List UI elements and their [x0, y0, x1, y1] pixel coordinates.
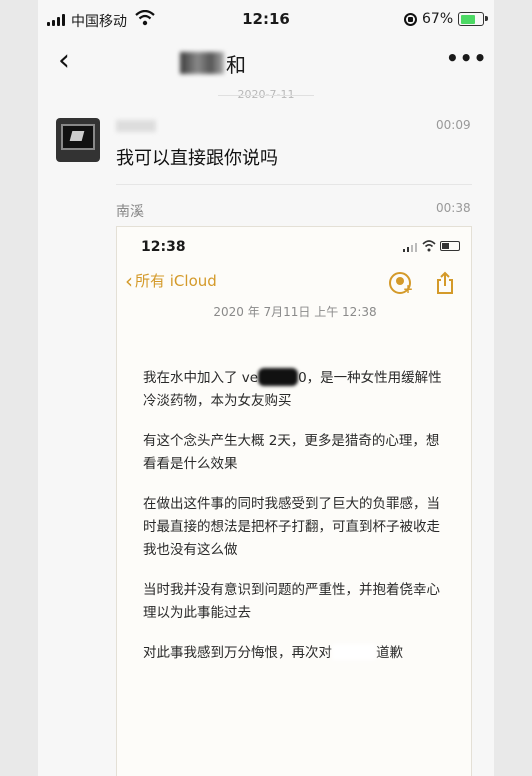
note-paragraph: 当时我并没有意识到问题的严重性，并抱着侥幸心理以为此事能过去 — [143, 582, 440, 621]
signal-icon — [403, 243, 417, 252]
notes-back-button[interactable]: ‹ 所有 iCloud — [125, 269, 217, 293]
battery-icon — [440, 241, 460, 251]
sender-name-redacted — [116, 120, 156, 132]
date-separator: 2020-7-11 — [38, 88, 494, 101]
battery-percent: 67% — [422, 11, 454, 27]
battery-icon — [458, 12, 488, 26]
redaction-mark — [332, 644, 376, 660]
add-person-icon[interactable] — [389, 272, 413, 296]
note-text: 对此事我感到万分悔恨，再次对 — [143, 645, 332, 661]
status-bar: 中国移动 12:16 67% — [38, 0, 494, 40]
chevron-left-icon[interactable]: ‹ — [58, 46, 70, 76]
message-time: 00:38 — [436, 201, 471, 215]
message-text[interactable]: 我可以直接跟你说吗 — [116, 144, 278, 170]
chat-title: 和 — [226, 53, 246, 77]
note-text: 道歉 — [376, 645, 403, 661]
share-icon[interactable] — [435, 271, 455, 295]
wifi-icon — [422, 240, 436, 252]
divider — [116, 184, 472, 185]
title-redaction — [180, 52, 224, 74]
note-body: 我在水中加入了 ve 0，是一种女性用缓解性冷淡药物，本为女友购买 有这个念头产生… — [143, 367, 449, 682]
note-paragraph: 在做出这件事的同时我感受到了巨大的负罪感，当时最直接的想法是把杯子打翻，可直到杯… — [143, 496, 440, 558]
sender-name: 南溪 — [116, 204, 144, 220]
note-date: 2020 年 7月11日 上午 12:38 — [213, 305, 377, 319]
note-paragraph: 对此事我感到万分悔恨，再次对 道歉 — [143, 642, 449, 665]
note-status-time: 12:38 — [141, 239, 186, 255]
message-time: 00:09 — [436, 118, 471, 132]
redaction-mark — [258, 368, 299, 386]
nav-bar: ‹ 和 ••• — [38, 40, 494, 84]
note-paragraph: 我在水中加入了 ve 0，是一种女性用缓解性冷淡药物，本为女友购买 — [143, 367, 449, 413]
phone-screen: 中国移动 12:16 67% ‹ 和 ••• 2020-7-11 00:09 我… — [38, 0, 494, 776]
notes-back-label: 所有 iCloud — [135, 272, 217, 290]
note-paragraph: 有这个念头产生大概 2天，更多是猎奇的心理，想看看是什么效果 — [143, 433, 440, 472]
rotation-lock-icon — [404, 13, 417, 26]
note-text: 我在水中加入了 ve — [143, 370, 259, 386]
avatar[interactable] — [56, 118, 100, 162]
chevron-left-icon: ‹ — [125, 269, 133, 293]
message-image[interactable]: 12:38 ‹所有 iCloud 2020 年 7月11日 上午 12:38 我… — [116, 226, 472, 776]
more-horizontal-icon[interactable]: ••• — [446, 46, 487, 70]
